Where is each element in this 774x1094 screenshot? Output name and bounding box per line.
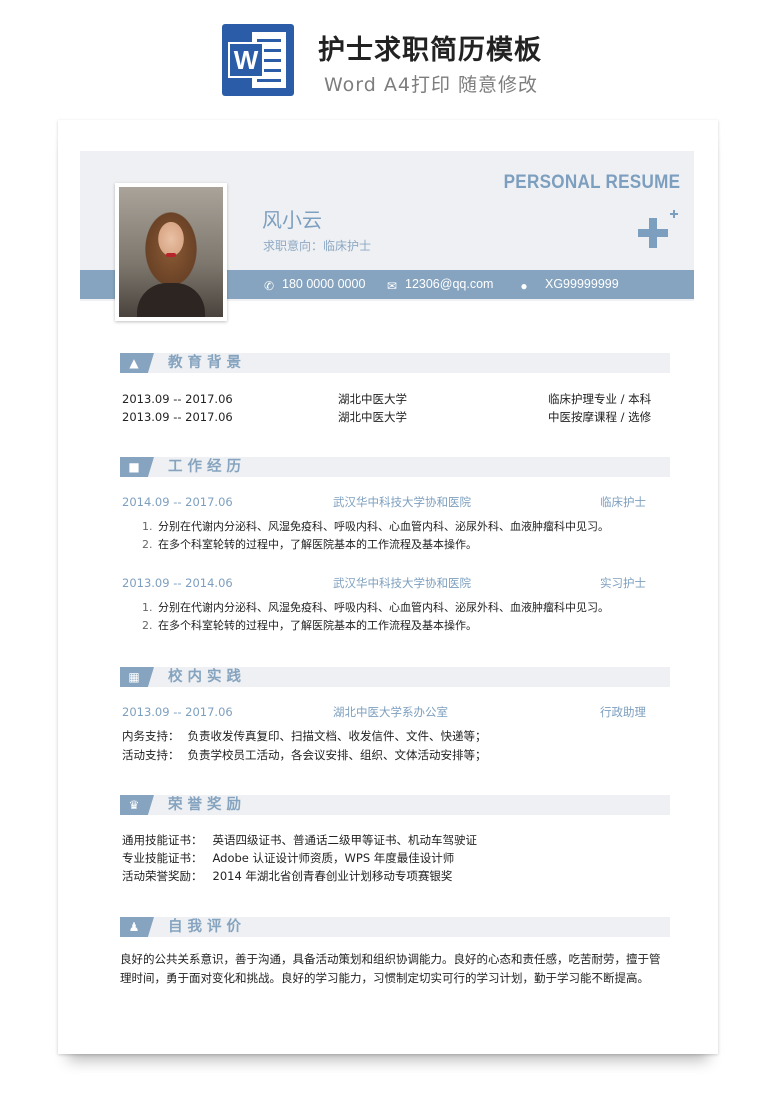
graduation-cap-icon: ▲: [129, 356, 139, 370]
job-role: 实习护士: [600, 576, 646, 590]
section-title: 教育背景: [168, 355, 246, 371]
personal-resume-label: PERSONAL RESUME: [503, 172, 680, 193]
banner-title: 护士求职简历模板: [318, 35, 542, 66]
job-period: 2014.09 -- 2017.06: [122, 495, 233, 509]
campus-period: 2013.09 -- 2017.06: [122, 705, 233, 719]
phone-contact: ✆ 180 0000 0000: [262, 270, 365, 299]
campus-org: 湖北中医大学系办公室: [333, 705, 448, 719]
email-address: 12306@qq.com: [405, 277, 494, 291]
small-plus-icon: [670, 210, 678, 218]
job-org: 武汉华中科技大学协和医院: [333, 495, 471, 509]
wechat-icon: ●: [520, 279, 528, 293]
banner-subtitle: Word A4打印 随意修改: [324, 74, 539, 96]
person-icon: ♟: [128, 920, 140, 934]
medical-cross-icon: [638, 218, 668, 248]
profile-photo: [115, 183, 227, 321]
edu-major: 中医按摩课程 / 选修: [548, 410, 652, 424]
self-evaluation-text: 良好的公共关系意识，善于沟通，具备活动策划和组织协调能力。良好的心态和责任感，吃…: [120, 952, 661, 985]
word-letter: W: [228, 42, 264, 78]
candidate-name: 风小云: [262, 208, 322, 232]
job-org: 武汉华中科技大学协和医院: [333, 576, 471, 590]
edu-period: 2013.09 -- 2017.06: [122, 392, 233, 406]
campus-line: 内务支持： 负责收发传真复印、扫描文档、收发信件、文件、快递等；: [122, 729, 487, 743]
section-education: ▲ 教育背景: [120, 353, 670, 373]
trophy-icon: ♛: [128, 798, 140, 812]
phone-number: 180 0000 0000: [282, 277, 366, 291]
honor-line: 活动荣誉奖励： 2014 年湖北省创青春创业计划移动专项赛银奖: [122, 869, 453, 883]
phone-icon: ✆: [263, 279, 275, 293]
campus-role: 行政助理: [600, 705, 646, 719]
section-honors: ♛ 荣誉奖励: [120, 795, 670, 815]
section-title: 校内实践: [168, 669, 246, 685]
edu-major: 临床护理专业 / 本科: [548, 392, 652, 406]
job-role: 临床护士: [600, 495, 646, 509]
section-title: 荣誉奖励: [168, 797, 246, 813]
email-icon: ✉: [386, 279, 398, 293]
wechat-id: XG99999999: [545, 277, 619, 291]
section-title: 自我评价: [168, 919, 246, 935]
job-intent: 求职意向：临床护士: [263, 239, 372, 253]
word-logo-icon: W: [222, 24, 294, 96]
page-banner: W 护士求职简历模板 Word A4打印 随意修改: [0, 0, 774, 110]
edu-period: 2013.09 -- 2017.06: [122, 410, 233, 424]
list-item: 2. 在多个科室轮转的过程中，了解医院基本的工作流程及基本操作。: [142, 538, 477, 551]
campus-line: 活动支持： 负责学校员工活动，各会议安排、组织、文体活动安排等；: [122, 748, 487, 762]
email-contact: ✉ 12306@qq.com: [385, 270, 493, 299]
list-item: 2. 在多个科室轮转的过程中，了解医院基本的工作流程及基本操作。: [142, 619, 477, 632]
edu-school: 湖北中医大学: [338, 392, 407, 406]
honor-line: 通用技能证书： 英语四级证书、普通话二级甲等证书、机动车驾驶证: [122, 833, 477, 847]
list-item: 1. 分别在代谢内分泌科、风湿免疫科、呼吸内科、心血管内科、泌尿外科、血液肿瘤科中…: [142, 601, 609, 614]
list-item: 1. 分别在代谢内分泌科、风湿免疫科、呼吸内科、心血管内科、泌尿外科、血液肿瘤科中…: [142, 520, 609, 533]
section-campus: ▦ 校内实践: [120, 667, 670, 687]
windows-grid-icon: ▦: [128, 670, 140, 684]
resume-page: PERSONAL RESUME 风小云 求职意向：临床护士 ✆ 180 0000 …: [58, 120, 718, 1054]
honor-line: 专业技能证书： Adobe 认证设计师资质，WPS 年度最佳设计师: [122, 851, 455, 865]
wechat-contact: ● XG99999999: [517, 270, 619, 299]
job-period: 2013.09 -- 2014.06: [122, 576, 233, 590]
edu-school: 湖北中医大学: [338, 410, 407, 424]
section-title: 工作经历: [168, 459, 246, 475]
section-work: ■ 工作经历: [120, 457, 670, 477]
section-self-evaluation: ♟ 自我评价: [120, 917, 670, 937]
briefcase-icon: ■: [128, 460, 140, 474]
